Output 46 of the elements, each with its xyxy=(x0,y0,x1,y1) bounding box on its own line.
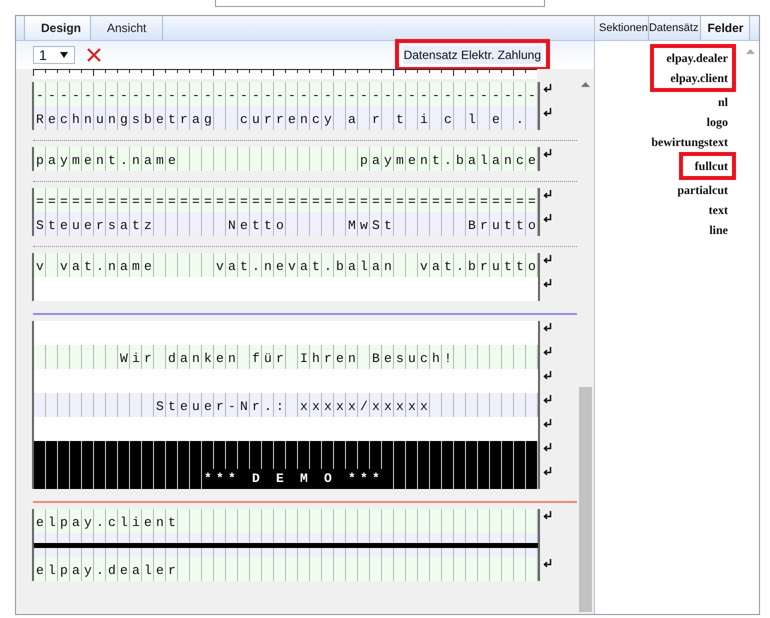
return-icon xyxy=(543,371,552,380)
receipt-line: elpay.dealer xyxy=(35,562,180,580)
field-item[interactable]: line xyxy=(709,220,728,240)
receipt-line: Wir danken für Ihren Besuch! xyxy=(119,350,456,368)
field-item[interactable]: fullcut xyxy=(694,156,728,176)
field-item[interactable]: text xyxy=(708,200,728,220)
caret-icon xyxy=(60,52,68,58)
record-button[interactable]: Datensatz Elektr. Zahlung xyxy=(402,46,542,64)
return-icon xyxy=(543,443,552,452)
receipt-line: ========================================== xyxy=(35,193,540,211)
cross-icon[interactable] xyxy=(87,48,101,62)
receipt-line: Steuersatz Netto MwSt Brutto xyxy=(35,217,540,235)
receipt-line: Steuer-Nr.: xxxxx/xxxxx xyxy=(155,398,432,416)
tab[interactable]: Felder xyxy=(701,16,750,40)
tab[interactable]: Sektionen xyxy=(599,16,649,40)
return-icon xyxy=(543,108,552,117)
return-icon xyxy=(543,347,552,356)
return-icon xyxy=(543,323,552,332)
tab[interactable]: Ansicht xyxy=(91,16,164,40)
field-item[interactable]: logo xyxy=(706,112,728,132)
scrollbar-thumb[interactable] xyxy=(579,387,592,612)
return-icon xyxy=(543,149,552,158)
field-item[interactable]: nl xyxy=(718,92,728,112)
return-icon xyxy=(543,255,552,264)
return-icon xyxy=(543,214,552,223)
field-item[interactable]: partialcut xyxy=(677,180,728,200)
receipt-line: ------------------------------------------ xyxy=(35,87,540,105)
receipt-line: v vat.name vat.nevat.balan vat.brutto xyxy=(35,258,540,276)
field-item[interactable]: elpay.client xyxy=(670,68,728,88)
field-item[interactable]: bewirtungstext xyxy=(651,132,728,152)
return-icon xyxy=(543,190,552,199)
return-icon xyxy=(543,84,552,93)
tab[interactable]: Design xyxy=(24,16,91,40)
scroll-up-icon[interactable] xyxy=(746,49,755,54)
scroll-up-icon[interactable] xyxy=(581,82,590,87)
receipt-line: Rechnungsbetrag currency a r t i c l e . xyxy=(35,111,528,129)
return-icon xyxy=(543,511,552,520)
return-icon xyxy=(543,395,552,404)
return-icon xyxy=(543,559,552,568)
field-item[interactable]: elpay.dealer xyxy=(666,48,728,68)
receipt-line: payment.name payment.balance xyxy=(35,152,540,170)
return-icon xyxy=(543,419,552,428)
return-icon xyxy=(543,279,552,288)
page-dropdown[interactable]: 1 xyxy=(33,46,75,64)
return-icon xyxy=(543,467,552,476)
receipt-line: elpay.client xyxy=(35,514,180,532)
